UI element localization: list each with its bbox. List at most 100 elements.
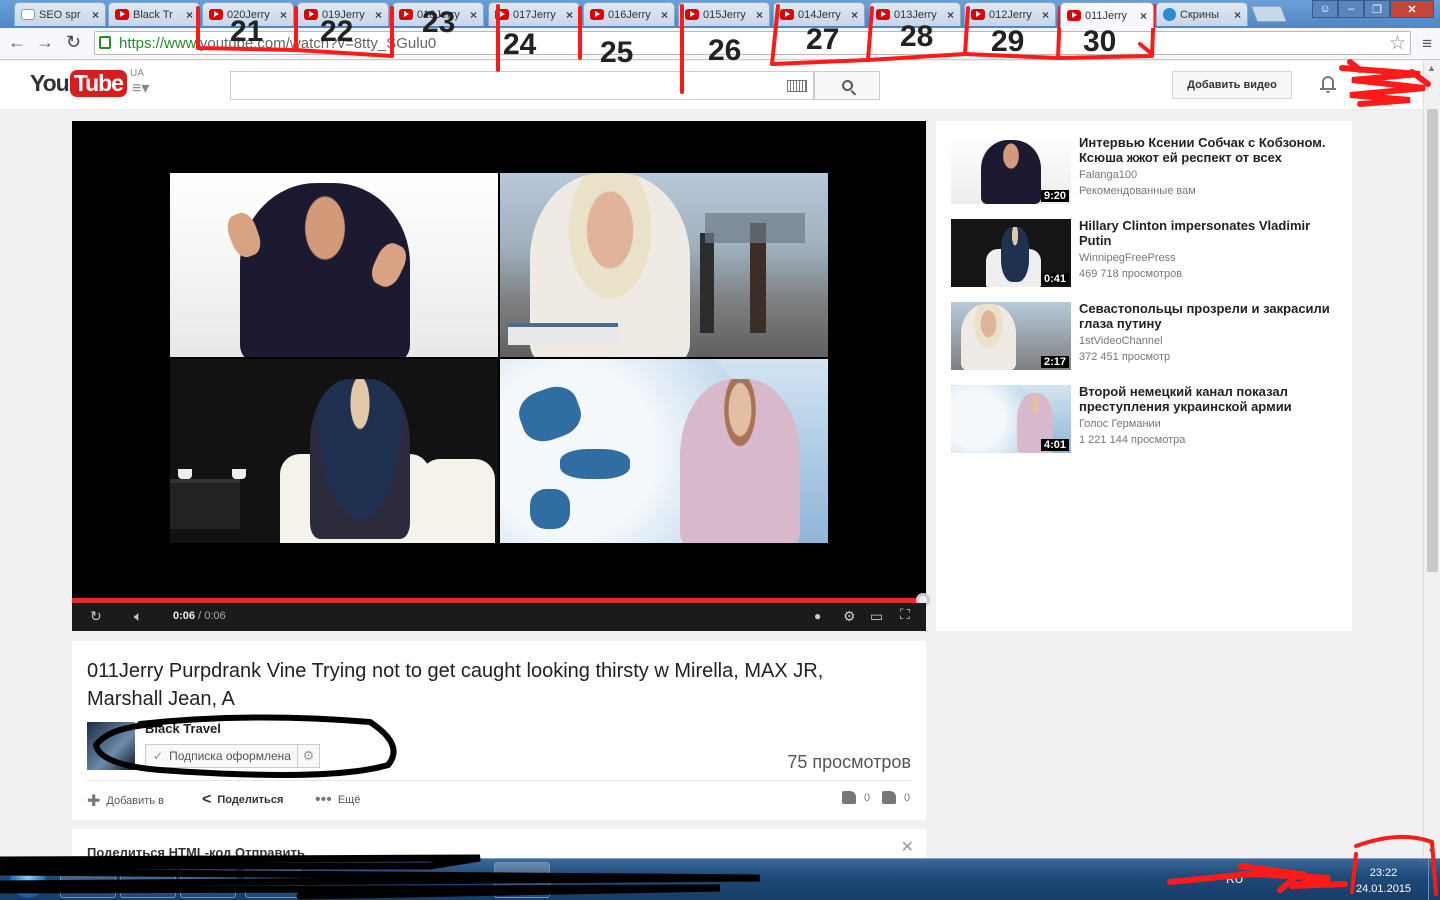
close-icon[interactable]: × [280,8,287,22]
close-icon[interactable]: ✕ [901,837,914,857]
language-indicator[interactable]: RU [1226,872,1243,886]
youtube-logo[interactable]: You Tube UA [30,68,144,97]
close-icon[interactable]: × [661,8,668,22]
search-input[interactable] [230,71,814,100]
like-button[interactable]: 0 [842,791,870,804]
dislike-button[interactable]: 0 [882,791,910,804]
more-button[interactable]: ••• Ещё [315,791,360,809]
fullscreen-icon[interactable]: ⛶ [900,606,910,623]
close-icon[interactable]: × [186,8,193,22]
taskbar-app-button[interactable] [180,862,236,898]
search-button[interactable] [814,71,880,100]
maximize-icon[interactable]: ❐ [1364,0,1390,18]
related-video-item[interactable]: 9:20 Интервью Ксении Собчак с Кобзоном. … [951,135,1341,206]
channel-name[interactable]: Black Travel [145,721,221,736]
related-video-title[interactable]: Hillary Clinton impersonates Vladimir Pu… [1079,218,1337,248]
reload-icon[interactable]: ↻ [66,32,81,53]
guide-menu-icon[interactable]: ≡▾ [132,78,149,98]
related-video-item[interactable]: 2:17 Севастопольцы прозрели и закрасили … [951,301,1341,372]
forward-icon[interactable]: → [36,32,54,53]
tab-label: Black Tr [133,8,173,21]
video-info-panel: 011Jerry Purpdrank Vine Trying not to ge… [72,641,926,820]
related-video-item[interactable]: 0:41 Hillary Clinton impersonates Vladim… [951,218,1341,289]
system-clock[interactable]: 23:22 24.01.2015 [1356,865,1411,897]
youtube-favicon-icon [209,9,223,20]
channel-avatar[interactable] [87,722,135,770]
close-icon[interactable]: × [92,8,99,22]
taskbar-app-button[interactable] [120,862,176,898]
subscription-settings-icon[interactable]: ⚙ [296,745,319,767]
scrollbar-thumb[interactable] [1427,109,1438,572]
subscribe-button[interactable]: ✓ Подписка оформлена ⚙ [145,744,320,768]
close-icon[interactable]: × [566,8,573,22]
related-video-title[interactable]: Интервью Ксении Собчак с Кобзоном. Ксюша… [1079,135,1337,165]
notifications-bell-icon[interactable] [1320,75,1336,93]
close-icon[interactable]: × [947,8,954,22]
tab-label: 016Jerry [608,8,651,21]
related-video-title[interactable]: Второй немецкий канал показал преступлен… [1079,384,1337,414]
volume-icon[interactable]: 🔈︎ [134,608,142,625]
close-icon[interactable]: × [756,8,763,22]
video-frame-quadrant [170,359,498,543]
tab-number-annotation: 30 [1083,25,1117,58]
close-window-icon[interactable]: ✕ [1390,0,1434,18]
page-scrollbar[interactable]: ▲ ▼ [1423,61,1440,858]
tab-label: SEO spr [39,8,81,21]
tab-label: 012Jerry [989,8,1032,21]
taskbar-app-button[interactable] [60,862,116,898]
close-icon[interactable]: × [1042,8,1049,22]
browser-tab[interactable]: SEO spr × [14,2,106,26]
tab-label: 015Jerry [703,8,746,21]
theater-mode-icon[interactable]: ▭ [870,608,883,625]
add-to-button[interactable]: ✚ Добавить в [87,791,164,811]
video-thumbnail[interactable]: 9:20 [951,136,1071,204]
video-thumbnail[interactable]: 2:17 [951,302,1071,370]
user-icon[interactable]: ☺ [1312,0,1338,18]
video-thumbnail[interactable]: 4:01 [951,385,1071,453]
browser-tab[interactable]: Скрины × [1156,2,1248,26]
back-icon[interactable]: ← [8,32,26,53]
scroll-up-icon[interactable]: ▲ [1427,63,1436,73]
browser-tab[interactable]: 012Jerry × [964,2,1056,26]
keyboard-icon[interactable] [787,80,807,92]
share-button[interactable]: < Поделиться [202,791,283,809]
player-controls: ↻ 🔈︎ 0:06 / 0:06 ● ⚙ ▭ ⛶ [72,603,926,631]
video-player[interactable]: ↻ 🔈︎ 0:06 / 0:06 ● ⚙ ▭ ⛶ [72,121,930,631]
address-bar[interactable]: https://www.youtube.com/watch?v=8tty_SGu… [94,31,1411,55]
browser-tab[interactable]: 017Jerry × [488,2,580,26]
replay-icon[interactable]: ↻ [90,608,102,625]
taskbar-app-button[interactable] [245,862,301,898]
start-button[interactable] [10,862,46,898]
upload-button[interactable]: Добавить видео [1172,71,1292,99]
close-icon[interactable]: × [1234,8,1241,22]
youtube-header: You Tube UA ≡▾ Добавить видео [0,61,1440,110]
new-tab-button[interactable] [1251,6,1287,22]
duration-badge: 9:20 [1040,190,1069,202]
scroll-down-icon[interactable]: ▼ [1427,846,1436,856]
bookmark-star-icon[interactable]: ☆ [1389,32,1406,55]
tab-number-annotation: 27 [806,23,840,56]
settings-gear-icon[interactable]: ⚙ [843,608,856,625]
chrome-menu-icon[interactable]: ≡ [1422,34,1432,54]
video-thumbnail[interactable]: 0:41 [951,219,1071,287]
close-icon[interactable]: × [375,8,382,22]
browser-tab[interactable]: 015Jerry × [678,2,770,26]
lock-icon [99,36,111,49]
browser-tab[interactable]: Black Tr × [108,2,200,26]
info-icon[interactable]: ● [814,609,821,623]
youtube-favicon-icon [876,9,890,20]
show-desktop-button[interactable] [1428,859,1440,900]
related-video-title[interactable]: Севастопольцы прозрели и закрасили глаза… [1079,301,1337,331]
close-icon[interactable]: × [1140,9,1147,23]
related-video-item[interactable]: 4:01 Второй немецкий канал показал прест… [951,384,1341,455]
tab-label: 013Jerry [894,8,937,21]
thumbs-up-icon [842,791,856,804]
taskbar-app-button[interactable] [494,862,550,898]
browser-tab[interactable]: 016Jerry × [583,2,675,26]
checkmark-icon: ✓ [153,749,164,763]
url-text[interactable]: https://www.youtube.com/watch?v=8tty_SGu… [119,35,436,52]
close-icon[interactable]: × [470,8,477,22]
minimize-icon[interactable]: – [1338,0,1364,18]
youtube-favicon-icon [780,9,794,20]
close-icon[interactable]: × [851,8,858,22]
